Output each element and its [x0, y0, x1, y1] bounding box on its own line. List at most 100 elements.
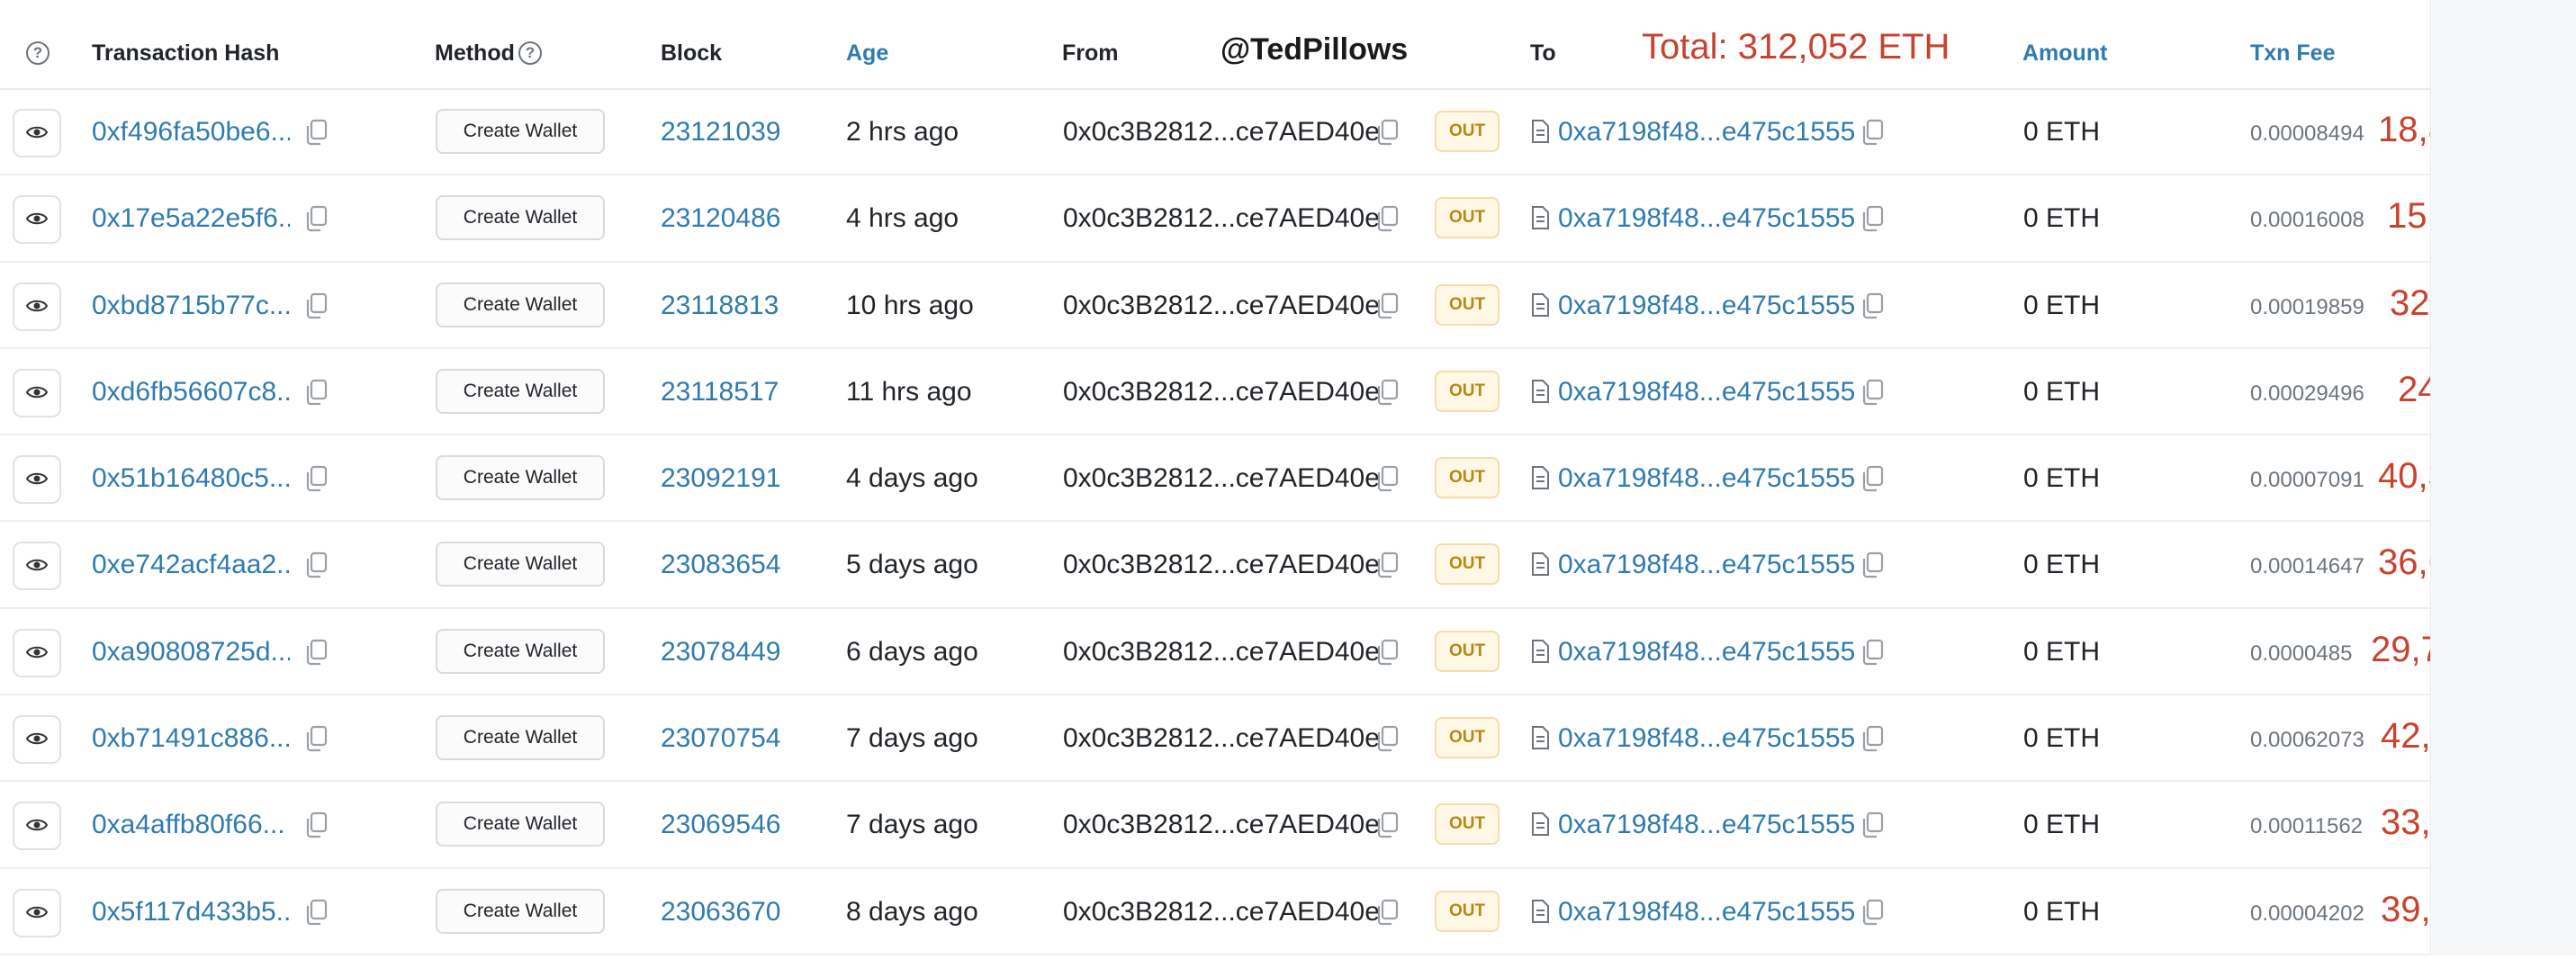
eye-icon[interactable] [13, 368, 61, 417]
copy-icon[interactable] [1860, 811, 1886, 838]
column-header-method: Method [435, 40, 515, 66]
copy-icon[interactable] [1375, 379, 1401, 406]
copy-icon[interactable] [1375, 465, 1401, 492]
copy-icon[interactable] [1860, 551, 1886, 578]
to-address-link[interactable]: 0xa7198f48...e475c1555 [1558, 869, 1855, 955]
to-address-link[interactable]: 0xa7198f48...e475c1555 [1558, 89, 1855, 175]
copy-icon[interactable] [1375, 639, 1401, 666]
column-header-age[interactable]: Age [846, 0, 888, 88]
eye-icon[interactable] [13, 109, 61, 157]
column-header-txn-fee[interactable]: Txn Fee [2250, 0, 2335, 88]
method-badge[interactable]: Create Wallet [436, 715, 605, 761]
copy-icon[interactable] [1375, 292, 1401, 319]
eye-icon[interactable] [13, 195, 61, 245]
eye-icon[interactable] [13, 888, 61, 937]
to-address-link[interactable]: 0xa7198f48...e475c1555 [1558, 175, 1855, 262]
method-badge[interactable]: Create Wallet [436, 802, 605, 847]
transaction-hash-link[interactable]: 0xf496fa50be6... [92, 89, 290, 175]
method-badge[interactable]: Create Wallet [436, 282, 605, 327]
document-icon [1530, 639, 1550, 668]
copy-icon[interactable] [304, 205, 329, 232]
method-badge[interactable]: Create Wallet [436, 368, 605, 414]
document-icon [1530, 205, 1550, 235]
method-badge[interactable]: Create Wallet [436, 628, 605, 674]
copy-icon[interactable] [304, 899, 329, 926]
copy-icon[interactable] [304, 292, 329, 319]
eye-icon[interactable] [13, 715, 61, 765]
eye-icon[interactable] [13, 542, 61, 591]
to-address-link[interactable]: 0xa7198f48...e475c1555 [1558, 782, 1855, 868]
eye-icon[interactable] [13, 628, 61, 677]
block-number-link[interactable]: 23069546 [661, 782, 780, 868]
block-number-link[interactable]: 23118813 [661, 263, 779, 349]
method-badge[interactable]: Create Wallet [436, 888, 605, 934]
block-number-link[interactable]: 23121039 [661, 89, 780, 175]
block-number-link[interactable]: 23083654 [661, 522, 780, 608]
copy-icon[interactable] [304, 639, 329, 666]
eye-icon[interactable] [13, 282, 61, 331]
transaction-hash-link[interactable]: 0xa4affb80f66... [92, 782, 290, 868]
column-header-to: To [1530, 40, 1556, 66]
table-row: 0xa90808725d... Create Wallet 23078449 6 da… [0, 609, 2562, 696]
txn-fee-value: 0.00019859 [2250, 294, 2364, 319]
block-number-link[interactable]: 23120486 [661, 175, 780, 262]
table-row: 0xbd8715b77c... Create Wallet 23118813 10 h… [0, 263, 2576, 349]
copy-icon[interactable] [1860, 725, 1886, 752]
to-address-link[interactable]: 0xa7198f48...e475c1555 [1558, 349, 1855, 435]
transaction-hash-link[interactable]: 0xe742acf4aa2... [92, 522, 290, 608]
transaction-hash-link[interactable]: 0xb71491c886... [92, 695, 290, 782]
copy-icon[interactable] [1860, 119, 1886, 146]
method-badge[interactable]: Create Wallet [436, 455, 605, 501]
copy-icon[interactable] [1860, 899, 1886, 926]
copy-icon[interactable] [304, 119, 329, 146]
copy-icon[interactable] [304, 811, 329, 838]
copy-icon[interactable] [304, 465, 329, 492]
eye-icon[interactable] [13, 455, 61, 505]
transaction-hash-link[interactable]: 0x17e5a22e5f6... [92, 175, 290, 262]
block-number-link[interactable]: 23078449 [661, 609, 780, 695]
age-text: 2 hrs ago [846, 117, 959, 147]
copy-icon[interactable] [1860, 379, 1886, 406]
amount-value: 0 ETH [2023, 376, 2101, 407]
copy-icon[interactable] [1375, 551, 1401, 578]
to-address-link[interactable]: 0xa7198f48...e475c1555 [1558, 522, 1855, 608]
amount-value: 0 ETH [2023, 117, 2101, 147]
txn-fee-value: 0.00008494 [2250, 121, 2364, 146]
to-address-link[interactable]: 0xa7198f48...e475c1555 [1558, 609, 1855, 695]
method-badge[interactable]: Create Wallet [436, 109, 605, 154]
method-badge[interactable]: Create Wallet [436, 542, 605, 587]
to-address-link[interactable]: 0xa7198f48...e475c1555 [1558, 435, 1855, 522]
copy-icon[interactable] [1860, 292, 1886, 319]
copy-icon[interactable] [1375, 205, 1401, 232]
block-number-link[interactable]: 23092191 [661, 435, 780, 522]
help-circle-icon[interactable]: ? [26, 41, 50, 65]
block-number-link[interactable]: 23063670 [661, 869, 780, 955]
copy-icon[interactable] [1375, 899, 1401, 926]
copy-icon[interactable] [1375, 811, 1401, 838]
block-number-link[interactable]: 23070754 [661, 695, 780, 782]
watermark-text: @TedPillows [1220, 32, 1409, 67]
copy-icon[interactable] [1860, 205, 1886, 232]
transaction-hash-link[interactable]: 0x5f117d433b5... [92, 869, 290, 955]
transaction-hash-link[interactable]: 0xbd8715b77c... [92, 263, 290, 349]
eye-icon[interactable] [13, 802, 61, 851]
copy-icon[interactable] [1860, 639, 1886, 666]
copy-icon[interactable] [304, 725, 329, 752]
help-circle-icon[interactable]: ? [518, 41, 542, 65]
to-address-link[interactable]: 0xa7198f48...e475c1555 [1558, 695, 1855, 782]
to-address-link[interactable]: 0xa7198f48...e475c1555 [1558, 263, 1855, 349]
direction-badge: OUT [1435, 630, 1500, 672]
age-text: 11 hrs ago [846, 376, 972, 407]
transaction-hash-link[interactable]: 0xd6fb56607c8... [92, 349, 290, 435]
copy-icon[interactable] [304, 551, 329, 578]
copy-icon[interactable] [304, 379, 329, 406]
block-number-link[interactable]: 23118517 [661, 349, 779, 435]
copy-icon[interactable] [1860, 465, 1886, 492]
direction-badge: OUT [1435, 543, 1500, 586]
transaction-hash-link[interactable]: 0x51b16480c5... [92, 435, 290, 522]
transaction-hash-link[interactable]: 0xa90808725d... [92, 609, 290, 695]
method-badge[interactable]: Create Wallet [436, 195, 605, 241]
copy-icon[interactable] [1375, 725, 1401, 752]
copy-icon[interactable] [1375, 119, 1401, 146]
column-header-amount[interactable]: Amount [2022, 0, 2107, 88]
